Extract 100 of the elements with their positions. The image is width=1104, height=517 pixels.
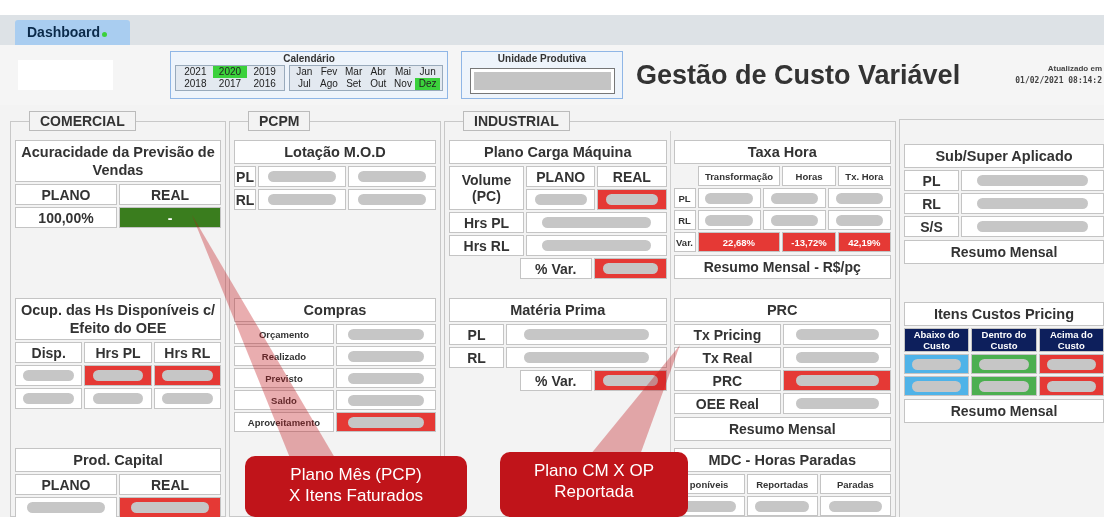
table-cell: PL [673,188,696,208]
calendar-option[interactable]: 2019 [247,66,282,78]
calendar-option[interactable]: 2021 [178,66,213,78]
table-cell: Tx Pricing [673,324,782,345]
table-cell: Saldo [234,390,334,410]
table-cell: PL [449,324,504,345]
table-cell: Reportadas [746,474,818,494]
redacted-value [605,194,658,205]
redacted-value [770,192,818,204]
calendar-option[interactable]: Mar [341,66,366,78]
redacted-value [1046,358,1096,370]
redacted-value [23,370,74,381]
table-cell: PLANO [15,184,117,205]
table-cell: Hrs RL [449,235,524,256]
redacted-value [358,194,426,205]
updated-label: Atualizado em [1047,63,1102,75]
redacted-value [979,358,1029,370]
card-title: Taxa Hora [673,140,891,164]
summary-button[interactable]: Resumo Mensal [904,240,1104,264]
table-cell: PL [904,170,959,191]
table-cell: Abaixo do Custo [904,328,970,352]
summary-button[interactable]: Resumo Mensal [673,417,891,441]
updated-time: 01/02/2021 08:14:2 [1015,75,1102,87]
redacted-value [755,500,810,512]
dashboard-tab[interactable]: Dashboard [15,20,130,45]
redacted-value [162,370,213,381]
redacted-value [92,393,144,404]
table-cell: REAL [119,184,221,205]
card-title: Itens Custos Pricing [904,302,1104,326]
redacted-value [602,375,658,386]
table-cell: - [119,207,221,228]
table-cell: Hrs PL [449,212,524,233]
calendar-option[interactable]: Out [366,78,391,90]
card-title: Prod. Capital [15,448,221,472]
table-cell: PLANO [15,474,117,495]
card-title: Sub/Super Aplicado [904,144,1104,168]
calendar-option[interactable]: 2018 [178,78,213,90]
section-label: COMERCIAL [29,111,136,131]
table-cell: Hrs PL [84,342,152,363]
card-title: MDC - Horas Paradas [673,448,891,472]
redacted-value [162,393,213,404]
card-title: Acuracidade da Previsão de Vendas [15,140,221,182]
table-cell: 100,00% [15,207,117,228]
callout: Plano CM X OP Reportada [500,452,688,517]
table-cell: % Var. [519,258,592,279]
calendar-option[interactable]: 2017 [212,78,248,90]
table-cell: Volume (PC) [449,166,524,210]
redacted-value [358,171,426,182]
table-cell: PLANO [526,166,596,187]
redacted-value [534,194,587,205]
redacted-value [912,380,962,392]
redacted-value [979,380,1029,392]
table-cell: Orçamento [234,324,334,344]
calendar-option[interactable]: 2020 [212,66,248,78]
calendar-option[interactable]: Jun [415,66,440,78]
table-cell: % Var. [519,370,592,391]
calendar-option[interactable]: Abr [366,66,391,78]
redacted-value [770,214,818,226]
summary-button[interactable]: Resumo Mensal - R$/pç [673,255,891,279]
calendar-option[interactable]: Ago [316,78,342,90]
table-cell: Paradas [819,474,891,494]
calendar-title: Calendário [283,53,335,65]
table-cell: OEE Real [673,393,782,414]
card-title: Lotação M.O.D [234,140,436,164]
redacted-value [602,263,658,274]
table-cell: PL [234,166,256,187]
table-cell: Disp. [15,342,83,363]
table-cell: REAL [597,166,667,187]
table-cell: Horas [782,166,836,186]
redacted-value [828,500,883,512]
unit-title: Unidade Produtiva [497,53,587,65]
table-cell: RL [673,210,696,230]
table-cell: Tx. Hora [837,166,891,186]
card-title: Plano Carga Máquina [449,140,667,164]
calendar-option[interactable]: Jul [292,78,317,90]
table-cell: 22,68% [697,232,781,252]
calendar-option[interactable]: Dez [415,78,440,90]
calendar-option[interactable]: Set [341,78,366,90]
calendar-option[interactable]: 2016 [247,78,282,90]
table-cell: S/S [904,216,959,237]
table-cell: REAL [119,474,221,495]
table-cell: Hrs RL [153,342,221,363]
redacted-value [912,358,962,370]
table-cell: RL [234,189,256,210]
calendar-option[interactable]: Fev [316,66,342,78]
table-cell: Var. [673,232,696,252]
redacted-value [835,192,884,204]
card-title: Compras [234,298,436,322]
callout: Plano Mês (PCP) X Itens Faturados [245,456,467,517]
summary-button[interactable]: Resumo Mensal [904,399,1104,423]
section-label: INDUSTRIAL [463,111,570,131]
calendar-option[interactable]: Mai [390,66,416,78]
redacted-value [1046,380,1096,392]
table-cell: -13,72% [782,232,836,252]
redacted-value [705,192,753,204]
table-cell: Realizado [234,346,334,366]
redacted-value [268,194,336,205]
calendar-option[interactable]: Nov [390,78,416,90]
calendar-option[interactable]: Jan [292,66,317,78]
card-title: Matéria Prima [449,298,667,322]
